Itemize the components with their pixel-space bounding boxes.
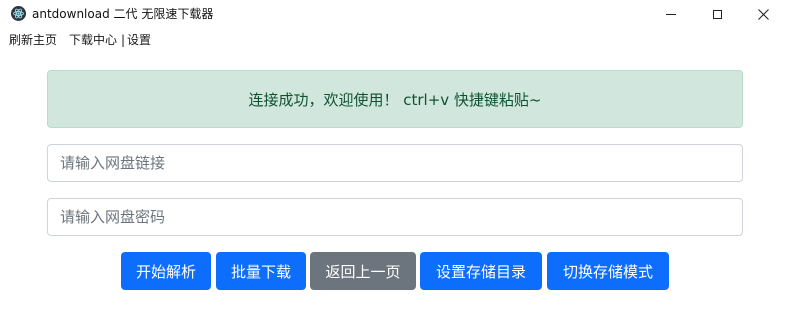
success-alert: 连接成功，欢迎使用！ ctrl+v 快捷键粘贴~ [47, 70, 743, 128]
menu-separator: | [121, 33, 126, 47]
share-link-input[interactable] [47, 144, 743, 182]
switch-storage-mode-button[interactable]: 切换存储模式 [547, 252, 669, 290]
close-icon [757, 9, 769, 20]
maximize-button[interactable] [694, 0, 740, 29]
menu-bar: 刷新主页 下载中心 | 设置 [0, 29, 789, 51]
share-password-input[interactable] [47, 198, 743, 236]
app-window: antdownload 二代 无限速下载器 刷新主页 下载中心 | 设置 连接成… [0, 0, 789, 331]
menu-item-settings[interactable]: 设置 [127, 29, 151, 51]
set-storage-directory-button[interactable]: 设置存储目录 [420, 252, 542, 290]
alert-message: 连接成功，欢迎使用！ ctrl+v 快捷键粘贴~ [248, 90, 542, 109]
title-bar[interactable]: antdownload 二代 无限速下载器 [0, 0, 789, 29]
maximize-icon [712, 10, 722, 19]
minimize-icon [666, 14, 676, 15]
start-parse-button[interactable]: 开始解析 [121, 252, 211, 290]
menu-item-refresh-home[interactable]: 刷新主页 [9, 29, 57, 51]
back-button[interactable]: 返回上一页 [310, 252, 416, 290]
window-title: antdownload 二代 无限速下载器 [32, 7, 214, 21]
electron-icon [11, 6, 26, 21]
batch-download-button[interactable]: 批量下载 [216, 252, 306, 290]
minimize-button[interactable] [648, 0, 694, 29]
menu-item-download-center[interactable]: 下载中心 [69, 29, 117, 51]
close-button[interactable] [740, 0, 786, 29]
